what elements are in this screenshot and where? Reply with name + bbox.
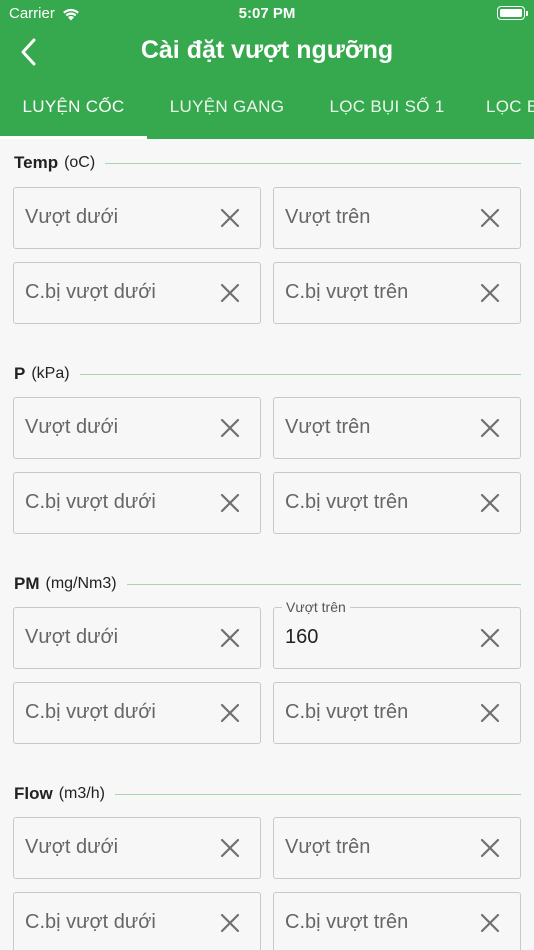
section-header: PM (mg/Nm3)	[14, 574, 521, 594]
clear-icon[interactable]	[480, 838, 500, 858]
temp-warn-over-field[interactable]: C.bị vượt trên	[273, 262, 521, 324]
tab-luyen-gang[interactable]: LUYỆN GANG	[147, 85, 307, 139]
field-placeholder: C.bị vượt dưới	[25, 701, 156, 723]
pm-warn-under-field[interactable]: C.bị vượt dưới	[13, 682, 261, 744]
section-unit: (kPa)	[31, 365, 70, 382]
section-unit: (m3/h)	[58, 785, 105, 802]
clear-icon[interactable]	[220, 703, 240, 723]
section-title: Flow	[14, 784, 53, 803]
field-placeholder: C.bị vượt trên	[285, 701, 409, 723]
section-unit: (oC)	[64, 154, 96, 171]
temp-over-field[interactable]: Vượt trên	[273, 187, 521, 249]
clear-icon[interactable]	[480, 628, 500, 648]
tab-bar: LUYỆN CỐC LUYỆN GANG LỌC BỤI SỐ 1 LỌC B	[0, 85, 534, 139]
p-over-field[interactable]: Vượt trên	[273, 397, 521, 459]
field-placeholder: Vượt dưới	[25, 836, 119, 858]
field-placeholder: Vượt dưới	[25, 206, 119, 228]
pm-under-field[interactable]: Vượt dưới	[13, 607, 261, 669]
clear-icon[interactable]	[220, 838, 240, 858]
flow-over-field[interactable]: Vượt trên	[273, 817, 521, 879]
field-placeholder: Vượt trên	[285, 416, 371, 438]
clear-icon[interactable]	[480, 418, 500, 438]
temp-under-field[interactable]: Vượt dưới	[13, 187, 261, 249]
field-placeholder: Vượt trên	[285, 836, 371, 858]
flow-under-field[interactable]: Vượt dưới	[13, 817, 261, 879]
field-placeholder: C.bị vượt trên	[285, 281, 409, 303]
section-title: PM	[14, 574, 40, 593]
field-placeholder: Vượt dưới	[25, 626, 119, 648]
clear-icon[interactable]	[480, 703, 500, 723]
pm-warn-over-field[interactable]: C.bị vượt trên	[273, 682, 521, 744]
section-divider	[79, 373, 521, 375]
battery-icon	[497, 6, 528, 20]
field-placeholder: Vượt dưới	[25, 416, 119, 438]
clear-icon[interactable]	[220, 208, 240, 228]
section-divider	[126, 583, 521, 585]
flow-warn-over-field[interactable]: C.bị vượt trên	[273, 892, 521, 950]
section-header: Flow (m3/h)	[14, 784, 521, 804]
clear-icon[interactable]	[220, 628, 240, 648]
field-placeholder: C.bị vượt trên	[285, 911, 409, 933]
status-bar: Carrier 5:07 PM	[0, 0, 534, 30]
clear-icon[interactable]	[220, 493, 240, 513]
field-floating-label: Vượt trên	[282, 599, 350, 615]
tab-indicator	[0, 136, 147, 139]
status-time: 5:07 PM	[238, 5, 296, 22]
clear-icon[interactable]	[480, 208, 500, 228]
field-placeholder: Vượt trên	[285, 206, 371, 228]
section-divider	[105, 162, 521, 164]
field-placeholder: C.bị vượt dưới	[25, 281, 156, 303]
clear-icon[interactable]	[480, 283, 500, 303]
pm-over-field[interactable]: Vượt trên 160	[273, 599, 521, 669]
p-warn-over-field[interactable]: C.bị vượt trên	[273, 472, 521, 534]
clear-icon[interactable]	[480, 493, 500, 513]
field-value: 160	[285, 626, 319, 648]
page-title: Cài đặt vượt ngưỡng	[140, 36, 394, 64]
field-placeholder: C.bị vượt dưới	[25, 911, 156, 933]
section-title: Temp	[14, 153, 59, 172]
clear-icon[interactable]	[220, 283, 240, 303]
tab-loc-bui-next[interactable]: LỌC B	[467, 85, 534, 139]
field-placeholder: C.bị vượt trên	[285, 491, 409, 513]
section-header: P (kPa)	[14, 364, 521, 384]
clear-icon[interactable]	[480, 913, 500, 933]
app-header: Carrier 5:07 PM Cài đặt vượt ngưỡng LUYỆ…	[0, 0, 534, 139]
section-header: Temp (oC)	[14, 153, 521, 173]
section-title: P	[14, 364, 26, 383]
clear-icon[interactable]	[220, 913, 240, 933]
temp-warn-under-field[interactable]: C.bị vượt dưới	[13, 262, 261, 324]
flow-warn-under-field[interactable]: C.bị vượt dưới	[13, 892, 261, 950]
tab-loc-bui-so-1[interactable]: LỌC BỤI SỐ 1	[307, 85, 467, 139]
field-placeholder: C.bị vượt dưới	[25, 491, 156, 513]
clear-icon[interactable]	[220, 418, 240, 438]
section-unit: (mg/Nm3)	[45, 575, 117, 592]
p-warn-under-field[interactable]: C.bị vượt dưới	[13, 472, 261, 534]
section-divider	[114, 793, 521, 795]
tab-luyen-coc[interactable]: LUYỆN CỐC	[0, 85, 147, 139]
p-under-field[interactable]: Vượt dưới	[13, 397, 261, 459]
